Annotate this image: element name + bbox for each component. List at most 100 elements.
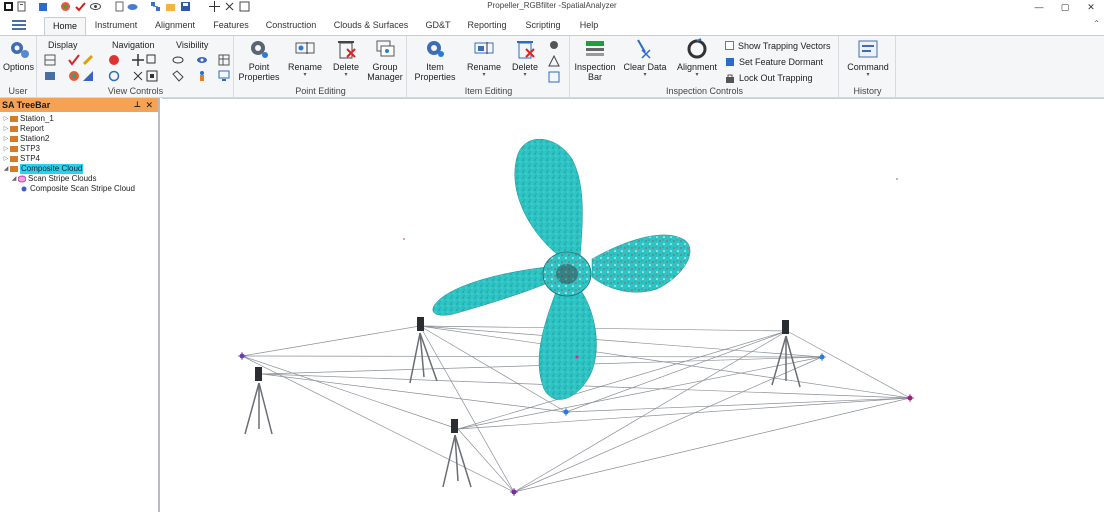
treebar-close-button[interactable]: ✕ (145, 98, 153, 112)
alignment-dropdown-icon: ▾ (695, 72, 699, 78)
tab-clouds-surfaces[interactable]: Clouds & Surfaces (330, 17, 412, 36)
tab-features[interactable]: Features (208, 17, 254, 36)
tab-scripting[interactable]: Scripting (520, 17, 566, 36)
close-button[interactable]: ✕ (1078, 0, 1104, 14)
item-rename-button[interactable]: Rename ▾ (464, 38, 504, 79)
pencil-icon[interactable] (82, 54, 94, 66)
station-icon (10, 136, 18, 142)
maximize-button[interactable]: ▢ (1052, 0, 1078, 14)
expand-icon[interactable]: ▷ (2, 144, 10, 154)
item-tool-icon-3[interactable] (548, 71, 560, 83)
show-trapping-vectors-checkbox[interactable]: Show Trapping Vectors (725, 39, 831, 52)
pin-icon[interactable]: ⊥ (134, 98, 141, 112)
sphere-icon[interactable] (108, 54, 120, 66)
tab-instrument[interactable]: Instrument (90, 17, 142, 36)
tab-reporting[interactable]: Reporting (462, 17, 512, 36)
ribbon: Options User Display Navigation Visibili… (0, 35, 1104, 98)
lock-out-trapping-button[interactable]: Lock Out Trapping (725, 71, 813, 84)
menu-icon (12, 19, 26, 32)
tag-icon[interactable] (172, 70, 184, 82)
station-icon (10, 146, 18, 152)
select-icon[interactable] (146, 54, 158, 66)
tree-item-label: STP3 (20, 144, 41, 153)
rotate-icon[interactable] (108, 70, 120, 82)
station-icon (10, 116, 18, 122)
target-point[interactable] (906, 394, 914, 402)
tree-item-scan-stripe-clouds[interactable]: ◢ Scan Stripe Clouds (10, 174, 97, 184)
options-button[interactable]: Options (2, 38, 35, 72)
table-icon[interactable] (218, 54, 230, 66)
color-wheel-small-icon[interactable] (68, 70, 80, 82)
minimize-button[interactable]: — (1026, 0, 1052, 14)
target-point[interactable] (818, 353, 826, 361)
clear-data-button[interactable]: Clear Data ▾ (621, 38, 669, 79)
monitor-icon[interactable] (218, 70, 230, 82)
tree-item-station2[interactable]: ▷ Station2 (2, 134, 50, 144)
grid-display-icon[interactable] (44, 70, 56, 82)
collapse-icon[interactable]: ◢ (2, 164, 10, 174)
item-properties-button[interactable]: Item Properties (412, 38, 458, 82)
expand-icon[interactable]: ▷ (2, 154, 10, 164)
alignment-button[interactable]: Alignment ▾ (673, 38, 721, 79)
propeller-point-cloud[interactable] (432, 139, 691, 400)
point-rename-button[interactable]: Rename ▾ (285, 38, 325, 79)
frame-display-icon[interactable] (44, 54, 56, 66)
rename-item-icon (473, 38, 495, 60)
point-properties-button[interactable]: Point Properties (237, 38, 281, 82)
point-delete-button[interactable]: Delete ▾ (329, 38, 363, 79)
tree-item-composite-cloud[interactable]: ◢ Composite Cloud (2, 164, 84, 174)
expand-icon[interactable]: ▷ (2, 134, 10, 144)
tree-item-stp3[interactable]: ▷ STP3 (2, 144, 40, 154)
group-item-editing: Item Properties Rename ▾ Delete ▾ Item E (408, 36, 570, 98)
stray-point (403, 238, 405, 240)
lock-icon (726, 74, 734, 83)
delete-point-icon (335, 38, 357, 60)
zoom-icon[interactable] (132, 70, 144, 82)
target-point[interactable] (238, 352, 246, 360)
item-tool-icon-1[interactable] (548, 39, 560, 51)
graphics-viewport[interactable] (162, 98, 1104, 512)
tab-home[interactable]: Home (44, 17, 86, 36)
tree-item-station-1[interactable]: ▷ Station_1 (2, 114, 54, 124)
point-properties-icon (248, 38, 270, 60)
inspection-bar-button[interactable]: Inspection Bar (573, 38, 617, 82)
visibility-eye-icon[interactable] (172, 54, 184, 66)
file-menu-button[interactable] (0, 16, 38, 35)
check-icon[interactable] (68, 54, 80, 66)
scene-canvas[interactable] (162, 99, 1104, 512)
set-feature-dormant-button[interactable]: Set Feature Dormant (725, 55, 823, 68)
collapse-ribbon-icon[interactable]: ⌃ (1093, 19, 1100, 28)
treebar-header: SA TreeBar ⊥ ✕ (0, 98, 158, 112)
command-button[interactable]: Command ▾ (844, 38, 892, 79)
checkbox-box (725, 41, 734, 50)
target-point[interactable] (562, 408, 570, 416)
tree-item-composite-scan-stripe-cloud[interactable]: Composite Scan Stripe Cloud (20, 184, 135, 194)
tab-construction[interactable]: Construction (262, 17, 320, 36)
tree-item-stp4[interactable]: ▷ STP4 (2, 154, 40, 164)
group-manager-button[interactable]: Group Manager (365, 38, 405, 82)
item-tool-icon-2[interactable] (548, 55, 560, 67)
expand-icon[interactable]: ▷ (2, 124, 10, 134)
group-manager-label-1: Group (372, 62, 398, 72)
expand-icon[interactable]: ▷ (2, 114, 10, 124)
alignment-label: Alignment (676, 62, 718, 72)
fit-view-icon[interactable] (146, 70, 158, 82)
laser-tracker-station-1[interactable] (244, 367, 273, 435)
item-rename-dropdown-icon: ▾ (482, 72, 486, 78)
pan-icon[interactable] (132, 54, 144, 66)
eye-visible-icon[interactable] (196, 54, 208, 66)
laser-tracker-station-4[interactable] (442, 419, 472, 488)
figure-icon[interactable] (196, 70, 208, 82)
tree-item-label: Scan Stripe Clouds (28, 174, 97, 183)
point-properties-label-2: Properties (238, 72, 280, 82)
item-rename-label: Rename (466, 62, 502, 72)
tree-item-report[interactable]: ▷ Report (2, 124, 44, 134)
collapse-icon[interactable]: ◢ (10, 174, 18, 184)
tab-help[interactable]: Help (574, 17, 604, 36)
item-delete-button[interactable]: Delete ▾ (508, 38, 542, 79)
tab-alignment[interactable]: Alignment (150, 17, 200, 36)
shape-icon[interactable] (82, 70, 94, 82)
group-user-label: User (8, 86, 28, 96)
point-properties-label-1: Point (248, 62, 270, 72)
tab-gdt[interactable]: GD&T (420, 17, 456, 36)
